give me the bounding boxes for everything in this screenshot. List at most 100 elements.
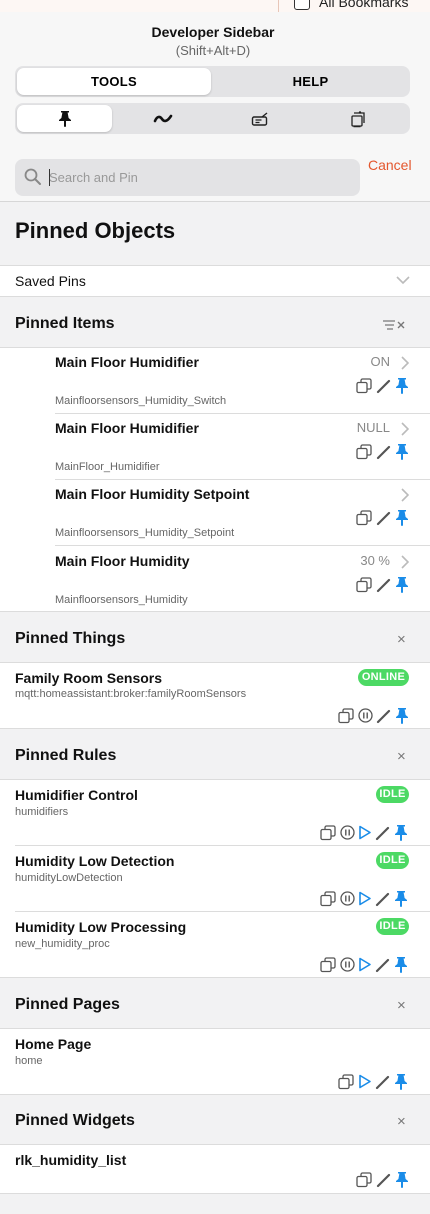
play-icon[interactable] — [358, 957, 372, 972]
unpin-icon[interactable] — [395, 443, 409, 460]
clear-filter-icon[interactable] — [382, 319, 408, 331]
edit-icon[interactable] — [375, 957, 391, 973]
sidebar-header: Developer Sidebar (Shift+Alt+D) TOOLS HE… — [0, 12, 430, 202]
search-bar — [15, 159, 360, 196]
edit-icon[interactable] — [375, 891, 391, 907]
chevron-right-icon — [401, 555, 409, 569]
edit-icon[interactable] — [376, 1172, 392, 1188]
status-badge: IDLE — [376, 852, 409, 869]
chevron-down-icon — [396, 276, 410, 285]
tab-tools[interactable]: TOOLS — [17, 66, 211, 97]
copy-icon[interactable] — [338, 1073, 355, 1090]
copy-icon[interactable] — [320, 890, 337, 907]
copy-icon[interactable] — [320, 824, 337, 841]
rule-name: Humidifier Control — [15, 787, 138, 803]
rule-uid: new_humidity_proc — [15, 938, 110, 950]
sidebar-shortcut: (Shift+Alt+D) — [175, 43, 251, 58]
item-actions — [356, 377, 409, 394]
unpin-icon[interactable] — [395, 576, 409, 593]
text-caret — [49, 169, 50, 186]
unpin-icon[interactable] — [394, 890, 408, 907]
list-item[interactable]: rlk_humidity_list — [0, 1145, 430, 1194]
item-state: ON — [370, 354, 391, 369]
list-item[interactable]: Home Page home — [0, 1029, 430, 1095]
copy-icon[interactable] — [356, 443, 373, 460]
unpin-icon[interactable] — [394, 956, 408, 973]
unpin-icon[interactable] — [394, 824, 408, 841]
edit-icon[interactable] — [376, 444, 392, 460]
cancel-button[interactable]: Cancel — [368, 157, 412, 173]
pinned-pages-list: Home Page home — [0, 1028, 430, 1095]
bookmarks-checkbox[interactable] — [294, 0, 310, 10]
list-item[interactable]: Main Floor Humidifier Mainfloorsensors_H… — [0, 348, 430, 414]
tool-tab-notes[interactable] — [309, 103, 408, 134]
play-icon[interactable] — [358, 891, 372, 906]
tool-tab-activity[interactable] — [114, 103, 211, 134]
copy-icon[interactable] — [320, 956, 337, 973]
tab-help[interactable]: HELP — [213, 66, 408, 97]
page-actions — [338, 1073, 408, 1090]
close-icon[interactable]: × — [397, 997, 406, 1014]
activity-icon — [153, 114, 172, 122]
pinned-items-header: Pinned Items — [15, 315, 115, 332]
search-input[interactable] — [49, 167, 349, 188]
list-item[interactable]: Humidifier Control humidifiers IDLE — [0, 780, 430, 846]
page-uid: home — [15, 1055, 43, 1067]
pause-icon[interactable] — [340, 891, 355, 906]
copy-icon[interactable] — [356, 377, 373, 394]
unpin-icon[interactable] — [395, 509, 409, 526]
thing-name: Family Room Sensors — [15, 670, 163, 686]
list-item[interactable]: Main Floor Humidity Setpoint Mainfloorse… — [0, 480, 430, 546]
rule-name: Humidity Low Processing — [15, 919, 187, 935]
edit-icon[interactable] — [376, 708, 392, 724]
item-state: NULL — [356, 420, 390, 435]
list-item[interactable]: Humidity Low Processing new_humidity_pro… — [0, 912, 430, 978]
pause-icon[interactable] — [358, 708, 373, 723]
edit-icon[interactable] — [375, 825, 391, 841]
bookmarks-label[interactable]: All Bookmarks — [319, 0, 408, 10]
copy-icon[interactable] — [356, 576, 373, 593]
item-actions — [356, 576, 409, 593]
widget-actions — [356, 1171, 409, 1188]
item-state: 30 % — [360, 553, 390, 568]
list-item[interactable]: Family Room Sensors mqtt:homeassistant:b… — [0, 663, 430, 729]
list-item[interactable]: Main Floor Humidity Mainfloorsensors_Hum… — [0, 546, 430, 612]
page-name: Home Page — [15, 1036, 92, 1052]
copy-icon[interactable] — [356, 1171, 373, 1188]
edit-icon[interactable] — [376, 577, 392, 593]
rule-uid: humidifiers — [15, 806, 69, 818]
list-item[interactable]: Main Floor Humidifier MainFloor_Humidifi… — [0, 414, 430, 480]
edit-icon[interactable] — [375, 1074, 391, 1090]
pause-icon[interactable] — [340, 957, 355, 972]
unpin-icon[interactable] — [395, 1171, 409, 1188]
copy-icon[interactable] — [338, 707, 355, 724]
item-id: Mainfloorsensors_Humidity_Setpoint — [55, 527, 235, 539]
pinned-pages-header: Pinned Pages — [15, 996, 120, 1013]
status-badge: IDLE — [376, 918, 409, 935]
edit-icon[interactable] — [376, 510, 392, 526]
close-icon[interactable]: × — [397, 1113, 406, 1130]
pause-icon[interactable] — [340, 825, 355, 840]
play-icon[interactable] — [358, 825, 372, 840]
chevron-right-icon — [401, 422, 409, 436]
unpin-icon[interactable] — [395, 707, 409, 724]
item-name: Main Floor Humidifier — [55, 354, 199, 370]
tool-tab-keyboard[interactable] — [211, 103, 309, 134]
saved-pins-dropdown[interactable]: Saved Pins — [0, 265, 430, 297]
list-item[interactable]: Humidity Low Detection humidityLowDetect… — [0, 846, 430, 912]
tool-tab-pin[interactable] — [17, 103, 112, 134]
item-id: Mainfloorsensors_Humidity_Switch — [55, 395, 227, 407]
unpin-icon[interactable] — [394, 1073, 408, 1090]
item-name: Main Floor Humidity — [55, 553, 190, 569]
unpin-icon[interactable] — [395, 377, 409, 394]
search-icon — [24, 168, 41, 185]
close-icon[interactable]: × — [397, 631, 406, 648]
edit-icon[interactable] — [376, 378, 392, 394]
rule-actions — [320, 890, 408, 907]
toolbar-divider — [278, 0, 279, 12]
close-icon[interactable]: × — [397, 748, 406, 765]
saved-pins-label: Saved Pins — [15, 273, 86, 289]
pinned-rules-list: Humidifier Control humidifiers IDLE Humi… — [0, 779, 430, 978]
copy-icon[interactable] — [356, 509, 373, 526]
play-icon[interactable] — [358, 1074, 372, 1089]
